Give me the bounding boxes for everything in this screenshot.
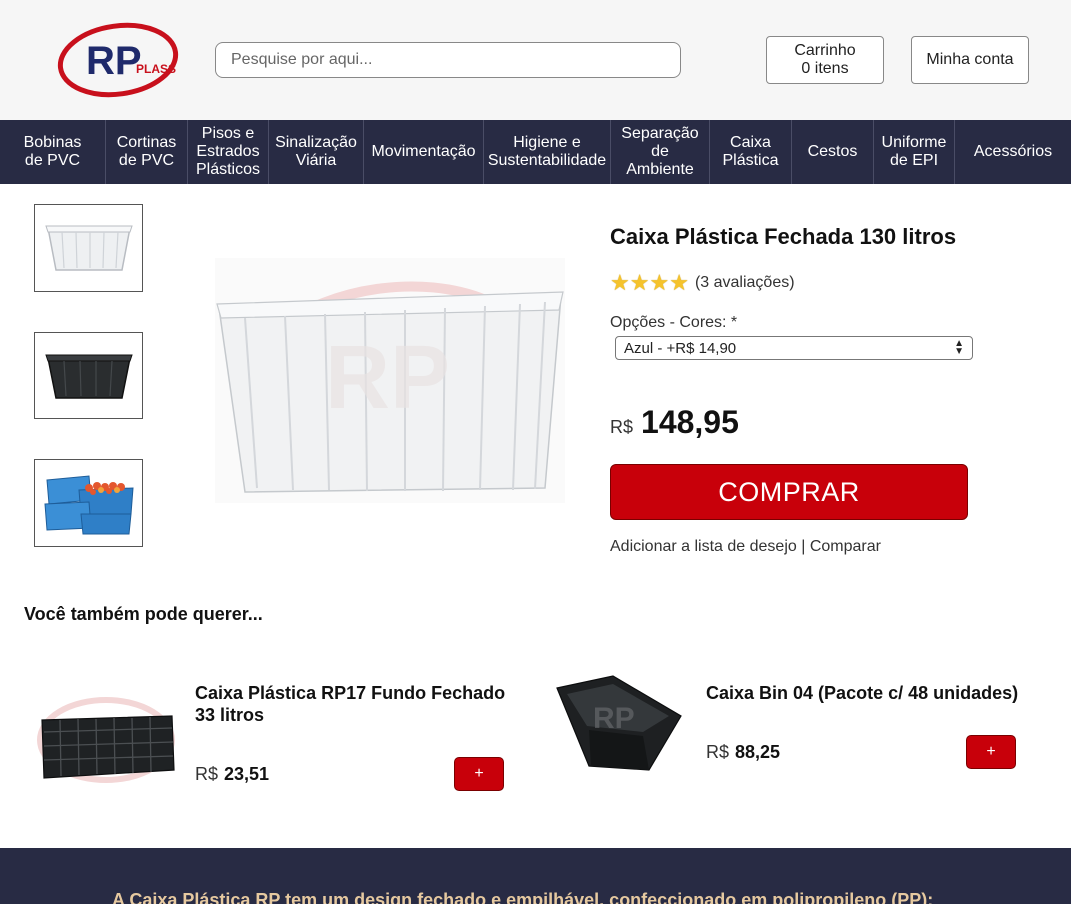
currency: R$	[195, 764, 219, 784]
category-nav: Bobinas de PVC Cortinas de PVC Pisos e E…	[0, 120, 1071, 184]
currency: R$	[610, 417, 634, 437]
black-box-image	[44, 354, 133, 399]
star-icon: ★	[629, 270, 650, 295]
thumbnail-white-box[interactable]	[34, 204, 143, 292]
wishlist-link[interactable]: Adicionar a lista de desejo	[610, 538, 797, 555]
price-value: 88,25	[735, 742, 781, 762]
add-to-cart-button[interactable]: +	[966, 735, 1016, 769]
main-product-image: RP	[215, 258, 565, 503]
cart-label: Carrinho	[794, 42, 856, 59]
related-product-name[interactable]: Caixa Plástica RP17 Fundo Fechado 33 lit…	[195, 682, 525, 726]
related-product-price: R$ 23,51	[195, 764, 269, 785]
nav-item-movimentacao[interactable]: Movimentação	[364, 120, 484, 184]
product-price: R$ 148,95	[610, 404, 739, 441]
site-header: RP PLASS Carrinho 0 itens Minha conta	[0, 0, 1071, 120]
account-label: Minha conta	[926, 51, 1014, 68]
account-button[interactable]: Minha conta	[911, 36, 1029, 84]
product-description-section: A Caixa Plástica RP tem um design fechad…	[0, 848, 1071, 904]
related-product-price: R$ 88,25	[706, 742, 780, 763]
related-product-image[interactable]	[34, 690, 179, 790]
nav-item-uniforme[interactable]: Uniforme de EPI	[874, 120, 955, 184]
color-select[interactable]: Azul - +R$ 14,90 ▲ ▼	[615, 336, 973, 360]
selected-option: Azul - +R$ 14,90	[624, 339, 737, 357]
price-value: 23,51	[224, 764, 270, 784]
thumbnail-blue-boxes[interactable]	[34, 459, 143, 547]
blue-boxes-image	[43, 475, 134, 535]
cart-button[interactable]: Carrinho 0 itens	[766, 36, 884, 84]
related-product-name[interactable]: Caixa Bin 04 (Pacote c/ 48 unidades)	[706, 682, 1056, 704]
rp-plass-logo[interactable]: RP PLASS	[56, 18, 182, 100]
nav-item-pisos[interactable]: Pisos e Estrados Plásticos	[188, 120, 269, 184]
reviews-link[interactable]: (3 avaliações)	[695, 274, 795, 292]
nav-item-cestos[interactable]: Cestos	[792, 120, 874, 184]
related-title: Você também pode querer...	[24, 604, 263, 624]
product-title: Caixa Plástica Fechada 130 litros	[610, 224, 957, 249]
select-arrows-icon: ▲ ▼	[954, 338, 964, 357]
buy-button[interactable]: COMPRAR	[610, 464, 968, 520]
price-value: 148,95	[641, 404, 739, 440]
related-product-image[interactable]: RP	[553, 670, 688, 778]
star-icon: ★	[649, 270, 670, 295]
white-box-image	[44, 225, 133, 271]
compare-link[interactable]: Comparar	[810, 538, 881, 555]
svg-text:RP: RP	[593, 702, 635, 735]
description-text: A Caixa Plástica RP tem um design fechad…	[112, 890, 934, 904]
star-icon: ★	[610, 270, 630, 295]
nav-item-cortinas[interactable]: Cortinas de PVC	[106, 120, 188, 184]
nav-item-caixa-plastica[interactable]: Caixa Plástica	[710, 120, 792, 184]
svg-text:PLASS: PLASS	[136, 62, 176, 76]
rating: ★ ★ ★ ★ (3 avaliações)	[610, 272, 795, 294]
link-separator: |	[801, 538, 806, 555]
search-input[interactable]	[215, 42, 681, 78]
nav-item-bobinas[interactable]: Bobinas de PVC	[0, 120, 106, 184]
add-to-cart-button[interactable]: +	[454, 757, 504, 791]
nav-item-sinalizacao[interactable]: Sinalização Viária	[269, 120, 364, 184]
cart-count: 0 itens	[801, 60, 849, 77]
svg-text:RP: RP	[86, 39, 142, 83]
nav-item-higiene[interactable]: Higiene e Sustentabilidade	[484, 120, 611, 184]
nav-item-acessorios[interactable]: Acessórios	[955, 120, 1071, 184]
currency: R$	[706, 742, 730, 762]
thumbnail-black-box[interactable]	[34, 332, 143, 419]
product-links: Adicionar a lista de desejo | Comparar	[610, 538, 881, 556]
star-icon: ★	[669, 270, 689, 295]
nav-item-separacao[interactable]: Separação de Ambiente	[611, 120, 710, 184]
options-label: Opções - Cores: *	[610, 314, 738, 331]
svg-text:RP: RP	[325, 328, 450, 428]
